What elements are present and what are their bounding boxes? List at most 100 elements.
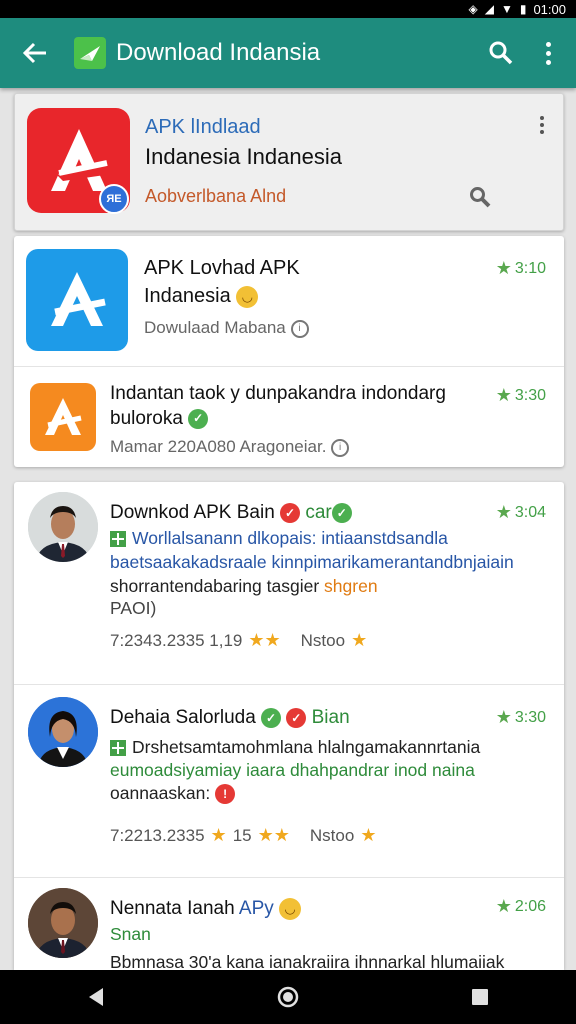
location-icon: ◈ — [468, 2, 478, 16]
square-recents-icon — [472, 989, 488, 1005]
post-card[interactable]: Dehaia Salorluda ✓ ✓ Bian ★ 3:30 Drshetsa… — [14, 684, 564, 877]
post-meta: 7:2343.2335 1,19 ★★ Nstoo ★ — [110, 630, 367, 651]
app-title: Indantan taok y dunpakandra indondarg bu… — [110, 381, 446, 431]
a-logo-icon — [51, 272, 106, 326]
post-line: baetsaakakadsraale kinnpimarikamerantand… — [110, 550, 550, 574]
info-icon: i — [290, 319, 309, 338]
verified-icon: ✓ — [188, 408, 209, 429]
post-line: PAOI) — [110, 596, 550, 620]
post-line: oannaaskan: ! — [110, 781, 550, 805]
alert-icon: ! — [215, 784, 236, 805]
star-icon: ★ — [495, 502, 512, 522]
search-button[interactable] — [484, 36, 518, 70]
wifi-icon: ▼ — [500, 2, 513, 16]
post-line-text: Bbmnasa 30'a kana ianakraiira ihnnarkal … — [110, 952, 505, 970]
app-icon — [30, 383, 96, 451]
post-card[interactable]: Downkod APK Bain ✓ car ✓ ★ 3:04 Worllalsan… — [14, 482, 564, 684]
app-subtitle-text: Dowulaad Mabana — [144, 318, 286, 337]
verified-icon: ✓ — [331, 502, 352, 523]
app-title-line: Indantan taok y dunpakandra indondarg — [110, 383, 446, 404]
post-line: Drshetsamtamohmlana hlalngamakannrtania — [110, 735, 550, 759]
post-title-text: Downkod APK Bain — [110, 502, 275, 523]
battery-icon: ▮ — [519, 2, 527, 16]
app-subtitle: Mamar 220A080 Aragoneiar. i — [110, 437, 350, 457]
rating-value: 3:30 — [514, 386, 546, 404]
app-list: APK Lovhad APK Indanesia ◡ Dowulaad Maba… — [14, 236, 564, 467]
post-line-tail: shgren — [324, 576, 378, 596]
status-bar: ◈ ◢ ▼ ▮ 01:00 — [0, 0, 576, 18]
rating-value: 3:10 — [514, 259, 546, 277]
list-item[interactable]: APK Lovhad APK Indanesia ◡ Dowulaad Maba… — [14, 236, 564, 366]
arrow-left-icon — [22, 42, 46, 64]
dot-icon — [540, 130, 544, 134]
post-meta-count: 15 — [232, 825, 252, 845]
nav-recents-button[interactable] — [450, 977, 510, 1017]
star-icon: ★ — [495, 258, 512, 278]
star-icon: ★ — [351, 630, 368, 650]
star-icon: ★★ — [257, 825, 290, 845]
star-icon: ★ — [495, 707, 512, 727]
app-title-text: Indanesia — [144, 285, 231, 307]
post-title: Dehaia Salorluda ✓ ✓ Bian — [110, 707, 350, 729]
nav-back-button[interactable] — [66, 977, 126, 1017]
rating-value: 2:06 — [514, 897, 546, 915]
post-meta-author: Nstoo — [300, 630, 346, 650]
post-meta-author: Nstoo — [309, 825, 355, 845]
plus-square-icon — [110, 531, 126, 548]
nav-home-button[interactable] — [258, 977, 318, 1017]
verified-red-icon: ✓ — [286, 707, 307, 728]
star-icon: ★ — [495, 896, 512, 916]
avatar — [28, 888, 98, 958]
featured-name: Indanesia Indanesia — [145, 144, 342, 169]
featured-menu-button[interactable] — [535, 116, 549, 138]
app-title-line-2: buloroka ✓ — [110, 406, 446, 431]
search-icon — [489, 41, 513, 65]
overflow-menu-button[interactable] — [538, 36, 558, 70]
dot-icon — [545, 50, 551, 56]
featured-search-button[interactable] — [467, 184, 493, 210]
post-title: Downkod APK Bain ✓ car ✓ — [110, 502, 352, 524]
info-icon: i — [331, 438, 350, 457]
post-card[interactable]: Nennata Ianah APy ◡ Snan ★ 2:06 Bbmnasa 3… — [14, 877, 564, 970]
post-subtag: Snan — [110, 922, 550, 946]
post-line-text: eumoadsiyamiay iaara dhahpandrar inod na… — [110, 760, 475, 780]
star-icon: ★★ — [248, 630, 281, 650]
app-title-text: buloroka — [110, 408, 183, 429]
post-line: Bbmnasa 30'a kana ianakraiira ihnnarkal … — [110, 950, 550, 970]
featured-app-card[interactable]: ЯЕ APK lIndlaad Indanesia Indanesia Aobv… — [14, 93, 564, 231]
post-line-text: oannaaskan: — [110, 783, 211, 803]
page-title: Download Indansia — [116, 39, 321, 66]
post-line: shorrantendabaring tasgier shgren — [110, 574, 550, 598]
avatar — [28, 492, 98, 562]
post-tag: APy — [238, 898, 274, 920]
verified-red-icon: ✓ — [280, 502, 301, 523]
post-line-text: Drshetsamtamohmlana hlalngamakannrtania — [132, 737, 481, 757]
post-line-text: PAOI) — [110, 598, 157, 618]
dot-icon — [540, 123, 544, 127]
post-rating: ★ 3:04 — [496, 502, 546, 523]
circle-home-icon — [277, 986, 299, 1008]
app-subtitle: Dowulaad Mabana i — [144, 318, 309, 338]
smiley-icon: ◡ — [279, 898, 302, 920]
app-subtitle-text: Mamar 220A080 Aragoneiar. — [110, 437, 327, 456]
dot-icon — [545, 59, 551, 65]
plus-square-icon — [110, 740, 126, 757]
list-item[interactable]: Indantan taok y dunpakandra indondarg bu… — [14, 366, 564, 467]
verified-icon: ✓ — [261, 707, 282, 728]
avatar — [28, 697, 98, 767]
post-line-text: baetsaakakadsraale kinnpimarikamerantand… — [110, 552, 514, 572]
a-logo-icon — [45, 398, 82, 435]
app-rating: ★ 3:10 — [496, 258, 546, 279]
smiley-icon: ◡ — [236, 285, 259, 308]
signal-icon: ◢ — [484, 2, 494, 16]
app-title-line-2: Indanesia ◡ — [144, 282, 300, 310]
post-rating: ★ 2:06 — [496, 896, 546, 917]
dot-icon — [540, 116, 544, 120]
back-button[interactable] — [18, 36, 52, 70]
app-rating: ★ 3:30 — [496, 385, 546, 406]
post-tag: car — [305, 502, 332, 523]
post-title-text: Dehaia Salorluda — [110, 707, 256, 728]
app-title-line: APK Lovhad APK — [144, 257, 300, 279]
rating-value: 3:30 — [514, 708, 546, 726]
post-line-text: Worllalsanann dlkopais: intiaanstdsandla — [132, 528, 448, 548]
